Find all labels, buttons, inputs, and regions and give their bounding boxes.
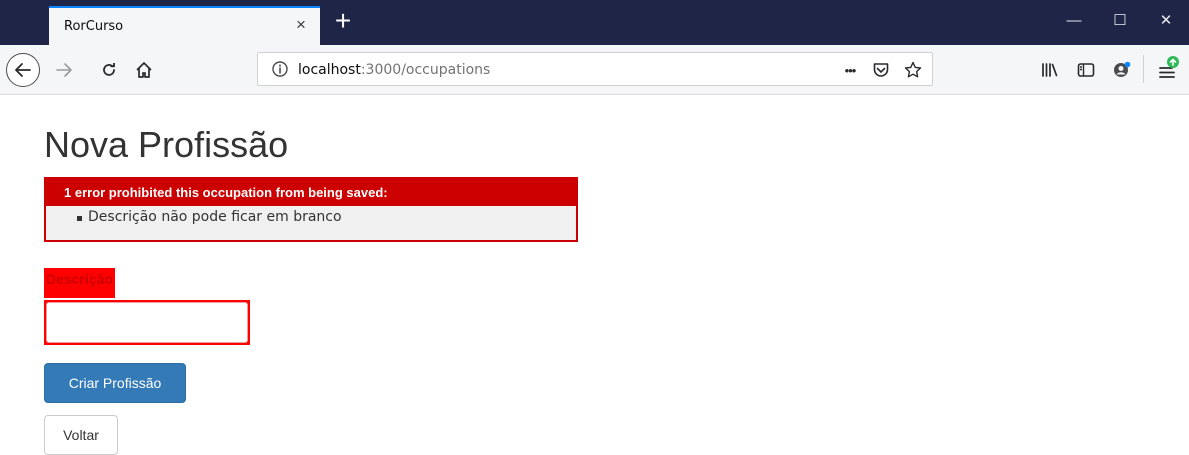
back-button[interactable]: [6, 53, 40, 87]
url-host: localhost: [298, 62, 361, 78]
pocket-icon: [873, 63, 889, 77]
forward-arrow-icon: [56, 63, 72, 77]
hamburger-menu-icon: [1159, 56, 1179, 78]
window-minimize-button[interactable]: —: [1051, 0, 1097, 45]
field-with-errors-input: [44, 300, 250, 345]
reload-button[interactable]: [99, 60, 119, 80]
forward-button[interactable]: [54, 60, 74, 80]
url-bar[interactable]: localhost:3000/occupations •••: [257, 52, 933, 86]
back-arrow-icon: [15, 63, 31, 77]
account-icon: [1114, 61, 1131, 77]
bookmark-button[interactable]: [902, 61, 924, 79]
toolbar-separator: [1143, 55, 1144, 83]
back-link-button[interactable]: Voltar: [44, 415, 118, 455]
tab-close-icon[interactable]: ×: [292, 14, 310, 36]
star-icon: [904, 61, 922, 78]
window-close-button[interactable]: ✕: [1143, 0, 1189, 45]
library-icon: [1042, 63, 1058, 77]
info-icon[interactable]: [271, 60, 289, 78]
new-tab-button[interactable]: +: [328, 7, 358, 38]
browser-tab-active[interactable]: RorCurso ×: [49, 6, 320, 45]
error-explanation: 1 error prohibited this occupation from …: [44, 177, 578, 242]
field-with-errors-label: Descrição: [44, 268, 115, 298]
description-label: Descrição: [46, 271, 113, 287]
error-message: Descrição não pode ficar em branco: [77, 209, 576, 225]
page-actions-button[interactable]: •••: [838, 61, 862, 79]
create-occupation-button[interactable]: Criar Profissão: [44, 363, 186, 403]
menu-button[interactable]: [1157, 55, 1181, 81]
tab-title: RorCurso: [64, 19, 124, 34]
page-content: Nova Profissão 1 error prohibited this o…: [0, 96, 1189, 455]
url-path: :3000/occupations: [360, 62, 491, 78]
window-maximize-button[interactable]: ☐: [1097, 0, 1143, 45]
account-button[interactable]: [1112, 60, 1132, 80]
library-button[interactable]: [1040, 60, 1060, 80]
error-header: 1 error prohibited this occupation from …: [46, 179, 576, 206]
browser-tab-strip: RorCurso × + — ☐ ✕: [0, 0, 1189, 45]
home-icon: [136, 62, 152, 78]
pocket-button[interactable]: [870, 61, 892, 79]
page-title: Nova Profissão: [44, 124, 289, 165]
home-button[interactable]: [134, 60, 154, 80]
sidebar-button[interactable]: [1076, 60, 1096, 80]
sidebar-icon: [1077, 63, 1095, 77]
browser-navigation-bar: localhost:3000/occupations •••: [0, 45, 1189, 95]
error-list: Descrição não pode ficar em branco: [46, 206, 576, 225]
reload-icon: [103, 63, 115, 76]
url-text: localhost:3000/occupations: [298, 62, 490, 78]
description-input[interactable]: [46, 302, 248, 343]
